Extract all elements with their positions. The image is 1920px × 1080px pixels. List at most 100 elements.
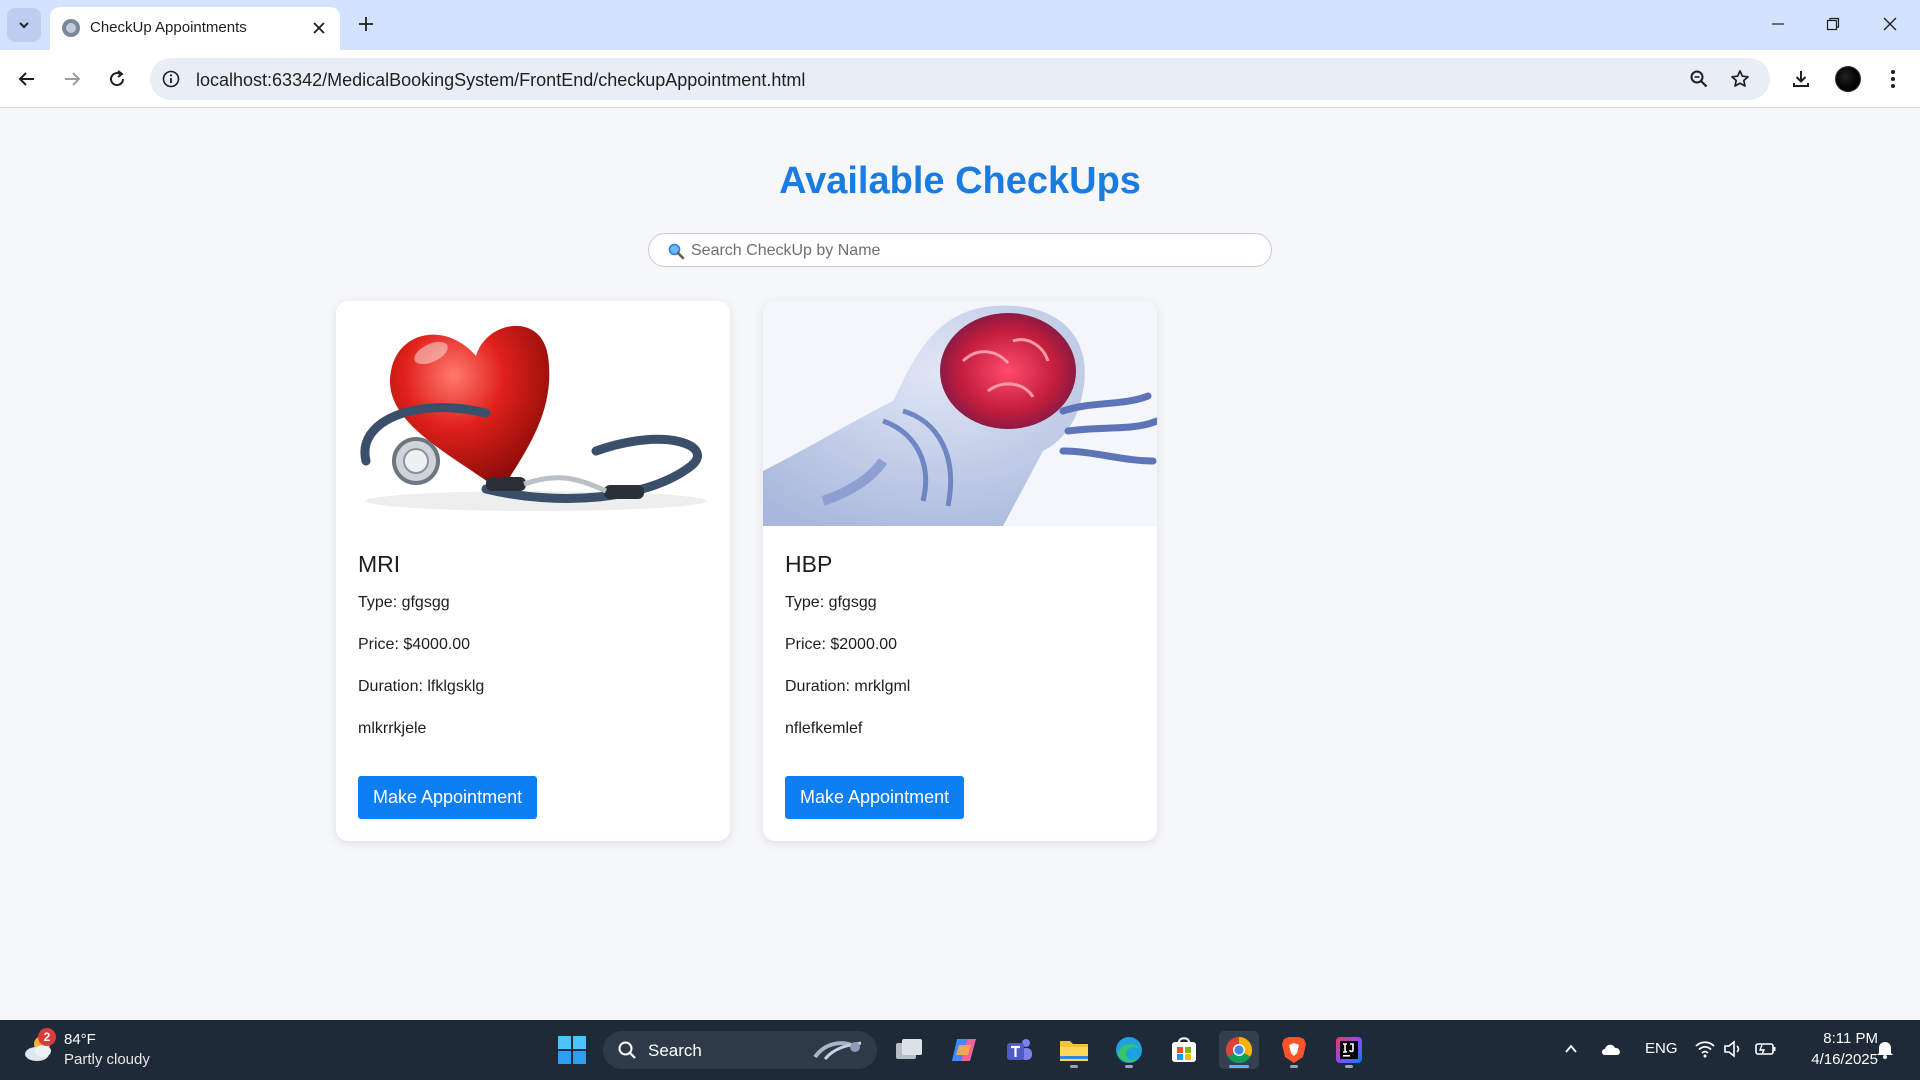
brave-icon xyxy=(1282,1037,1306,1063)
language-indicator[interactable]: ENG xyxy=(1645,1040,1678,1057)
bell-icon xyxy=(1877,1042,1893,1059)
checkup-duration: Duration: mrklgml xyxy=(785,678,911,695)
reload-icon xyxy=(110,70,125,87)
volume-button[interactable] xyxy=(1722,1038,1744,1060)
checkup-search-box[interactable] xyxy=(648,233,1272,267)
checkup-name: MRI xyxy=(358,551,401,577)
search-icon xyxy=(668,243,685,260)
edge-icon xyxy=(1116,1037,1142,1063)
file-explorer-app[interactable] xyxy=(1054,1031,1094,1069)
folder-icon xyxy=(1060,1041,1088,1061)
wifi-button[interactable] xyxy=(1694,1038,1716,1060)
running-indicator xyxy=(1125,1065,1133,1068)
notifications-button[interactable] xyxy=(1874,1038,1896,1060)
restore-button[interactable] xyxy=(1813,8,1853,40)
page-content: Available CheckUps Search CheckUp by Nam… xyxy=(0,108,1920,1020)
new-tab-button[interactable] xyxy=(352,10,380,38)
address-bar[interactable]: localhost:63342/MedicalBookingSystem/Fro… xyxy=(150,58,1770,100)
more-vert-icon xyxy=(1891,70,1895,88)
running-indicator xyxy=(1229,1065,1249,1068)
minimize-button[interactable] xyxy=(1758,8,1798,40)
brain-xray-image xyxy=(763,301,1157,526)
avatar xyxy=(1835,66,1861,92)
volume-icon xyxy=(1724,1040,1740,1058)
edge-app[interactable] xyxy=(1109,1031,1149,1069)
search-icon xyxy=(618,1041,636,1059)
checkup-type: Type: gfgsgg xyxy=(785,594,877,611)
clock-time[interactable]: 8:11 PM xyxy=(1798,1030,1878,1047)
running-indicator xyxy=(1345,1065,1353,1068)
checkup-card: MRI Type: gfgsgg Price: $4000.00 Duratio… xyxy=(336,301,730,841)
task-view-icon xyxy=(896,1039,922,1059)
copilot-icon xyxy=(952,1039,976,1061)
running-indicator xyxy=(1070,1065,1078,1068)
checkup-card: HBP Type: gfgsgg Price: $2000.00 Duratio… xyxy=(763,301,1157,841)
cloud-icon xyxy=(1602,1044,1620,1055)
forward-button[interactable] xyxy=(55,62,89,96)
checkup-price: Price: $2000.00 xyxy=(785,636,898,653)
close-icon xyxy=(1883,17,1897,31)
taskbar-search[interactable]: Search xyxy=(603,1031,877,1069)
running-indicator xyxy=(1290,1065,1298,1068)
microsoft-store-app[interactable] xyxy=(1164,1031,1204,1069)
tab-list-button[interactable] xyxy=(7,8,41,42)
clock-date[interactable]: 4/16/2025 xyxy=(1788,1051,1878,1068)
zoom-icon[interactable] xyxy=(1687,67,1711,91)
onedrive-button[interactable] xyxy=(1600,1038,1622,1060)
bookmark-star-icon[interactable] xyxy=(1728,67,1752,91)
intellij-app[interactable] xyxy=(1329,1031,1369,1069)
close-icon xyxy=(313,22,325,34)
close-tab-button[interactable] xyxy=(308,17,330,39)
profile-button[interactable] xyxy=(1831,62,1865,96)
battery-icon xyxy=(1755,1043,1776,1055)
page-title: Available CheckUps xyxy=(779,160,1141,202)
chrome-app[interactable] xyxy=(1219,1031,1259,1069)
chevron-up-icon xyxy=(1565,1044,1577,1053)
downloads-button[interactable] xyxy=(1784,62,1818,96)
windows-logo-icon xyxy=(558,1036,586,1064)
chrome-icon xyxy=(1225,1036,1253,1064)
teams-icon xyxy=(1007,1039,1032,1060)
arrow-right-icon xyxy=(65,72,81,86)
task-view-button[interactable] xyxy=(889,1031,929,1069)
make-appointment-button[interactable]: Make Appointment xyxy=(785,776,965,819)
browser-menu-button[interactable] xyxy=(1876,62,1910,96)
tab-title: CheckUp Appointments xyxy=(90,19,247,36)
heart-stethoscope-image xyxy=(336,301,730,526)
start-button[interactable] xyxy=(552,1031,592,1069)
copilot-app[interactable] xyxy=(944,1031,984,1069)
reload-button[interactable] xyxy=(100,62,134,96)
weather-temp: 84°F xyxy=(64,1031,96,1048)
intellij-icon xyxy=(1336,1037,1362,1063)
wifi-icon xyxy=(1695,1041,1715,1058)
browser-toolbar: localhost:63342/MedicalBookingSystem/Fro… xyxy=(0,50,1920,108)
site-info-icon[interactable] xyxy=(160,68,182,90)
browser-tab[interactable]: CheckUp Appointments xyxy=(50,7,340,50)
store-icon xyxy=(1172,1037,1196,1062)
taskbar: 2 84°F Partly cloudy Search ENG 8:11 PM … xyxy=(0,1020,1920,1080)
teams-app[interactable] xyxy=(999,1031,1039,1069)
download-icon xyxy=(1793,71,1809,87)
search-input[interactable] xyxy=(691,238,1251,264)
globe-icon xyxy=(62,19,80,37)
checkup-type: Type: gfgsgg xyxy=(358,594,450,611)
close-window-button[interactable] xyxy=(1870,8,1910,40)
back-button[interactable] xyxy=(10,62,44,96)
show-hidden-icons-button[interactable] xyxy=(1560,1038,1582,1060)
weather-desc: Partly cloudy xyxy=(64,1051,150,1068)
arrow-left-icon xyxy=(18,72,34,86)
restore-icon xyxy=(1826,17,1840,31)
checkup-name: HBP xyxy=(785,551,833,577)
taskbar-search-label: Search xyxy=(648,1041,702,1060)
notification-badge: 2 xyxy=(38,1028,56,1046)
minimize-icon xyxy=(1772,23,1784,25)
chevron-down-icon xyxy=(19,22,29,29)
checkup-duration: Duration: lfklgsklg xyxy=(358,678,485,695)
checkup-description: mlkrrkjele xyxy=(358,720,427,737)
search-highlight-icon xyxy=(813,1041,862,1061)
brave-app[interactable] xyxy=(1274,1031,1314,1069)
make-appointment-button[interactable]: Make Appointment xyxy=(358,776,538,819)
plus-icon xyxy=(359,17,373,31)
battery-button[interactable] xyxy=(1755,1038,1777,1060)
checkup-price: Price: $4000.00 xyxy=(358,636,471,653)
